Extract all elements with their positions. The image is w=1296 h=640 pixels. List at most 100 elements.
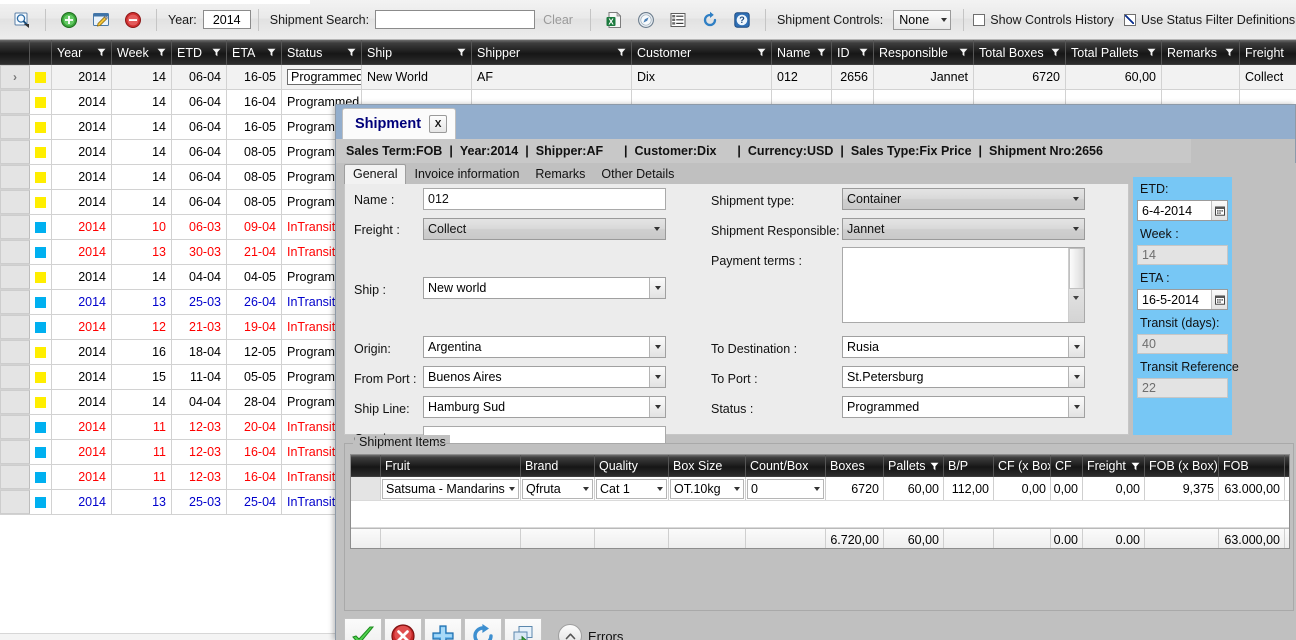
items-column-header-quality[interactable]: Quality: [595, 455, 669, 477]
clear-button[interactable]: Clear: [543, 13, 573, 27]
row-selector[interactable]: [0, 215, 30, 239]
items-cell-boxes[interactable]: 6720: [826, 477, 884, 500]
items-column-header-fob[interactable]: FOB: [1219, 455, 1285, 477]
items-empty-row[interactable]: [351, 501, 1289, 528]
cell-week[interactable]: 14: [112, 65, 172, 89]
cell-etd[interactable]: 18-04: [172, 340, 227, 364]
ship-line-select[interactable]: Hamburg Sud: [423, 396, 666, 418]
errors-toggle-button[interactable]: [558, 624, 582, 640]
cell-ship[interactable]: New World: [362, 65, 472, 89]
cell-etd[interactable]: 12-03: [172, 465, 227, 489]
grid-column-header-freight[interactable]: Freight: [1240, 40, 1296, 65]
items-select[interactable]: OT.10kg: [670, 478, 744, 499]
grid-column-header-blank[interactable]: [30, 40, 52, 65]
cell-etd[interactable]: 06-03: [172, 215, 227, 239]
items-cell-b-p[interactable]: 112,00: [944, 477, 994, 500]
cell-eta[interactable]: 26-04: [227, 290, 282, 314]
tab-other-details[interactable]: Other Details: [593, 165, 682, 184]
cell-freight[interactable]: Collect: [1240, 65, 1296, 89]
cell-week[interactable]: 14: [112, 390, 172, 414]
cell-year[interactable]: 2014: [52, 240, 112, 264]
cell-year[interactable]: 2014: [52, 215, 112, 239]
cell-week[interactable]: 14: [112, 115, 172, 139]
add-icon[interactable]: [55, 6, 83, 34]
row-selector[interactable]: [0, 415, 30, 439]
cell-year[interactable]: 2014: [52, 190, 112, 214]
items-body[interactable]: Satsuma - Mandarins Qfruta Cat 1 OT.10kg 0 67…: [351, 477, 1289, 501]
cell-etd[interactable]: 12-03: [172, 415, 227, 439]
row-selector[interactable]: [0, 490, 30, 514]
filter-icon[interactable]: [212, 47, 221, 58]
items-row-selector[interactable]: [351, 477, 381, 500]
etd-date-input[interactable]: 6-4-2014: [1137, 200, 1228, 221]
cell-week[interactable]: 14: [112, 190, 172, 214]
confirm-button[interactable]: [344, 618, 382, 640]
payment-terms-textarea[interactable]: [842, 247, 1085, 323]
shipment-controls-select[interactable]: None: [893, 9, 952, 30]
from-port-select[interactable]: Buenos Aires: [423, 366, 666, 388]
items-column-header-fruit[interactable]: Fruit: [381, 455, 521, 477]
refresh-button[interactable]: [464, 618, 502, 640]
cell-etd[interactable]: 06-04: [172, 165, 227, 189]
freight-select[interactable]: Collect: [423, 218, 666, 240]
items-column-header-blank[interactable]: [351, 455, 381, 477]
filter-icon[interactable]: [757, 47, 766, 58]
items-cell-brand[interactable]: Qfruta: [521, 477, 595, 500]
cell-eta[interactable]: 12-05: [227, 340, 282, 364]
excel-export-icon[interactable]: X: [600, 6, 628, 34]
cell-year[interactable]: 2014: [52, 490, 112, 514]
status-select[interactable]: Programmed: [842, 396, 1085, 418]
cell-eta[interactable]: 16-04: [227, 465, 282, 489]
list-icon[interactable]: [664, 6, 692, 34]
row-selector[interactable]: [0, 390, 30, 414]
scrollbar-thumb[interactable]: [1069, 248, 1084, 290]
cell-eta[interactable]: 21-04: [227, 240, 282, 264]
grid-column-header-total-pallets[interactable]: Total Pallets: [1066, 40, 1162, 65]
cell-etd[interactable]: 21-03: [172, 315, 227, 339]
calendar-icon[interactable]: [1211, 290, 1227, 309]
cancel-button[interactable]: [384, 618, 422, 640]
cell-total-pallets[interactable]: 60,00: [1066, 65, 1162, 89]
cell-week[interactable]: 14: [112, 265, 172, 289]
cell-etd[interactable]: 04-04: [172, 390, 227, 414]
grid-column-header-id[interactable]: ID: [832, 40, 874, 65]
show-controls-history-checkbox[interactable]: Show Controls History: [973, 13, 1114, 27]
cell-eta[interactable]: 25-04: [227, 490, 282, 514]
chevron-down-icon[interactable]: [505, 486, 518, 491]
cell-eta[interactable]: 05-05: [227, 365, 282, 389]
row-selector[interactable]: [0, 115, 30, 139]
filter-icon[interactable]: [1225, 47, 1234, 58]
items-cell-freight[interactable]: 0,00: [1083, 477, 1145, 500]
ship-select[interactable]: New world: [423, 277, 666, 299]
shipment-search-input[interactable]: [375, 10, 536, 29]
chevron-down-icon[interactable]: [1068, 397, 1084, 417]
chevron-down-icon[interactable]: [649, 337, 665, 357]
row-selector[interactable]: [0, 290, 30, 314]
cell-customer[interactable]: Dix: [632, 65, 772, 89]
refresh-icon[interactable]: [696, 6, 724, 34]
row-selector[interactable]: [0, 165, 30, 189]
cell-eta[interactable]: 09-04: [227, 215, 282, 239]
cell-etd[interactable]: 06-04: [172, 65, 227, 89]
row-selector[interactable]: [0, 265, 30, 289]
tab-general[interactable]: General: [344, 164, 407, 185]
row-selector[interactable]: [0, 440, 30, 464]
cell-week[interactable]: 13: [112, 490, 172, 514]
chevron-down-icon[interactable]: [1068, 337, 1084, 357]
duplicate-button[interactable]: [504, 618, 542, 640]
search-preview-icon[interactable]: [8, 6, 36, 34]
grid-column-header-responsible[interactable]: Responsible: [874, 40, 974, 65]
row-selector[interactable]: [0, 190, 30, 214]
chevron-down-icon[interactable]: [810, 486, 823, 491]
grid-column-header-eta[interactable]: ETA: [227, 40, 282, 65]
cell-etd[interactable]: 06-04: [172, 190, 227, 214]
cell-name[interactable]: 012: [772, 65, 832, 89]
row-selector[interactable]: [0, 340, 30, 364]
row-selector[interactable]: [0, 465, 30, 489]
filter-icon[interactable]: [457, 47, 466, 58]
chevron-down-icon[interactable]: [1068, 367, 1084, 387]
origin-select[interactable]: Argentina: [423, 336, 666, 358]
filter-icon[interactable]: [930, 459, 939, 473]
edit-icon[interactable]: [87, 6, 115, 34]
filter-icon[interactable]: [157, 47, 166, 58]
